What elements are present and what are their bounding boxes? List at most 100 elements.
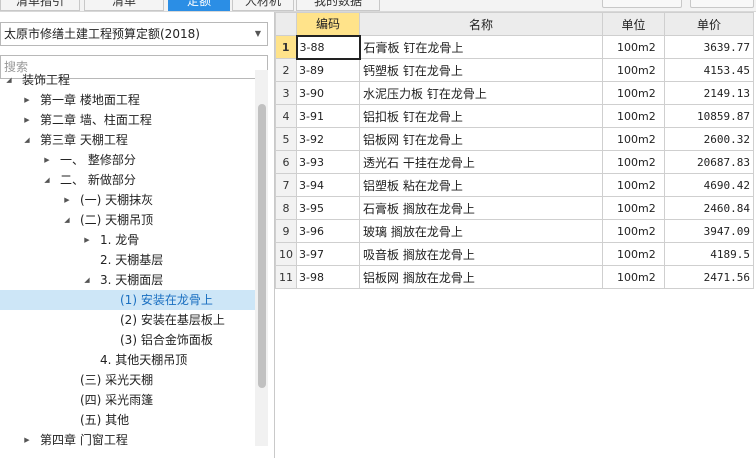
row-number[interactable]: 10: [275, 242, 297, 266]
column-header-price[interactable]: 单价: [664, 12, 754, 36]
row-number[interactable]: 7: [275, 173, 297, 197]
row-number[interactable]: 2: [275, 58, 297, 82]
row-number[interactable]: 9: [275, 219, 297, 243]
tree-node[interactable]: ◢ 第三章 天棚工程: [0, 130, 255, 150]
cell-code[interactable]: 3-93: [296, 150, 360, 174]
expand-right-icon[interactable]: ▶: [22, 110, 32, 130]
cell-price[interactable]: 2460.84: [664, 196, 754, 220]
tree-node[interactable]: ◢ (二) 天棚吊顶: [0, 210, 255, 230]
row-number-header[interactable]: [275, 12, 297, 36]
tab-quota[interactable]: 定额: [168, 0, 230, 11]
row-number[interactable]: 5: [275, 127, 297, 151]
cell-name[interactable]: 玻璃 搁放在龙骨上: [359, 219, 603, 243]
table-row[interactable]: 3 3-90 水泥压力板 钉在龙骨上 100m2 2149.13: [275, 81, 754, 105]
tree-node[interactable]: (3) 铝合金饰面板: [0, 330, 255, 350]
tree-node[interactable]: ▶ 第四章 门窗工程: [0, 430, 255, 446]
cell-unit[interactable]: 100m2: [602, 219, 665, 243]
cell-name[interactable]: 水泥压力板 钉在龙骨上: [359, 81, 603, 105]
cell-price[interactable]: 2149.13: [664, 81, 754, 105]
cell-unit[interactable]: 100m2: [602, 81, 665, 105]
expand-down-icon[interactable]: ◢: [42, 170, 52, 190]
column-header-name[interactable]: 名称: [359, 12, 603, 36]
tab-list[interactable]: 清单: [84, 0, 164, 11]
cell-code[interactable]: 3-95: [296, 196, 360, 220]
cell-code[interactable]: 3-92: [296, 127, 360, 151]
table-row[interactable]: 1 3-88 石膏板 钉在龙骨上 100m2 3639.77: [275, 34, 754, 60]
cell-code[interactable]: 3-98: [296, 265, 360, 289]
tree-node[interactable]: (五) 其他: [0, 410, 255, 430]
cell-price[interactable]: 2600.32: [664, 127, 754, 151]
cell-name[interactable]: 透光石 干挂在龙骨上: [359, 150, 603, 174]
cell-name[interactable]: 钙塑板 钉在龙骨上: [359, 58, 603, 82]
cell-code[interactable]: 3-88: [295, 34, 361, 60]
cell-name[interactable]: 吸音板 搁放在龙骨上: [359, 242, 603, 266]
cell-price[interactable]: 20687.83: [664, 150, 754, 174]
tree-node[interactable]: ▶ 一、 整修部分: [0, 150, 255, 170]
cell-unit[interactable]: 100m2: [602, 173, 665, 197]
tab-list-guide[interactable]: 清单指引: [0, 0, 80, 11]
cell-code[interactable]: 3-90: [296, 81, 360, 105]
cell-unit[interactable]: 100m2: [602, 58, 665, 82]
expand-right-icon[interactable]: ▶: [62, 190, 72, 210]
table-row[interactable]: 6 3-93 透光石 干挂在龙骨上 100m2 20687.83: [275, 150, 754, 174]
cell-name[interactable]: 石膏板 搁放在龙骨上: [359, 196, 603, 220]
table-row[interactable]: 2 3-89 钙塑板 钉在龙骨上 100m2 4153.45: [275, 58, 754, 82]
cell-unit[interactable]: 100m2: [602, 265, 665, 289]
row-number[interactable]: 4: [275, 104, 297, 128]
cell-unit[interactable]: 100m2: [602, 150, 665, 174]
column-header-unit[interactable]: 单位: [602, 12, 665, 36]
cell-price[interactable]: 3947.09: [664, 219, 754, 243]
expand-right-icon[interactable]: ▶: [82, 230, 92, 250]
table-row[interactable]: 5 3-92 铝板网 钉在龙骨上 100m2 2600.32: [275, 127, 754, 151]
tree-node[interactable]: ◢ 二、 新做部分: [0, 170, 255, 190]
cell-unit[interactable]: 100m2: [602, 242, 665, 266]
cell-price[interactable]: 4153.45: [664, 58, 754, 82]
row-number[interactable]: 6: [275, 150, 297, 174]
tree-node[interactable]: 2. 天棚基层: [0, 250, 255, 270]
table-row[interactable]: 10 3-97 吸音板 搁放在龙骨上 100m2 4189.5: [275, 242, 754, 266]
cell-unit[interactable]: 100m2: [602, 196, 665, 220]
cell-name[interactable]: 石膏板 钉在龙骨上: [359, 35, 603, 59]
cell-name[interactable]: 铝扣板 钉在龙骨上: [359, 104, 603, 128]
expand-right-icon[interactable]: ▶: [22, 90, 32, 110]
cell-name[interactable]: 铝塑板 粘在龙骨上: [359, 173, 603, 197]
expand-down-icon[interactable]: ◢: [62, 210, 72, 230]
row-number[interactable]: 3: [275, 81, 297, 105]
tree-node[interactable]: ▶ (一) 天棚抹灰: [0, 190, 255, 210]
cell-price[interactable]: 4189.5: [664, 242, 754, 266]
tree-node[interactable]: (四) 采光雨篷: [0, 390, 255, 410]
row-number[interactable]: 8: [275, 196, 297, 220]
cell-code[interactable]: 3-91: [296, 104, 360, 128]
tree-node[interactable]: (1) 安装在龙骨上: [0, 290, 255, 310]
row-number[interactable]: 1: [275, 35, 297, 59]
quota-library-select[interactable]: 太原市修缮土建工程预算定额(2018) ▼: [0, 22, 268, 46]
cell-code[interactable]: 3-94: [296, 173, 360, 197]
cell-code[interactable]: 3-96: [296, 219, 360, 243]
cell-unit[interactable]: 100m2: [602, 127, 665, 151]
tree-node[interactable]: ▶ 第一章 楼地面工程: [0, 90, 255, 110]
cell-unit[interactable]: 100m2: [602, 35, 665, 59]
table-row[interactable]: 4 3-91 铝扣板 钉在龙骨上 100m2 10859.87: [275, 104, 754, 128]
tab-my-data[interactable]: 我的数据: [296, 0, 380, 11]
expand-down-icon[interactable]: ◢: [82, 270, 92, 290]
tab-labor-material-machine[interactable]: 人材机: [232, 0, 294, 11]
cell-price[interactable]: 2471.56: [664, 265, 754, 289]
tree-node[interactable]: ▶ 1. 龙骨: [0, 230, 255, 250]
toolbar-button[interactable]: [602, 0, 682, 8]
tree-node[interactable]: (三) 采光天棚: [0, 370, 255, 390]
cell-code[interactable]: 3-89: [296, 58, 360, 82]
column-header-code[interactable]: 编码: [296, 12, 360, 36]
tree-node[interactable]: ◢ 装饰工程: [0, 70, 255, 90]
cell-unit[interactable]: 100m2: [602, 104, 665, 128]
cell-price[interactable]: 4690.42: [664, 173, 754, 197]
expand-down-icon[interactable]: ◢: [4, 70, 14, 90]
expand-down-icon[interactable]: ◢: [22, 130, 32, 150]
table-row[interactable]: 11 3-98 铝板网 搁放在龙骨上 100m2 2471.56: [275, 265, 754, 289]
expand-right-icon[interactable]: ▶: [42, 150, 52, 170]
table-row[interactable]: 8 3-95 石膏板 搁放在龙骨上 100m2 2460.84: [275, 196, 754, 220]
tree-scrollbar-thumb[interactable]: [258, 104, 266, 388]
expand-right-icon[interactable]: ▶: [22, 430, 32, 446]
tree-node[interactable]: ◢ 3. 天棚面层: [0, 270, 255, 290]
cell-price[interactable]: 3639.77: [664, 35, 754, 59]
cell-name[interactable]: 铝板网 钉在龙骨上: [359, 127, 603, 151]
